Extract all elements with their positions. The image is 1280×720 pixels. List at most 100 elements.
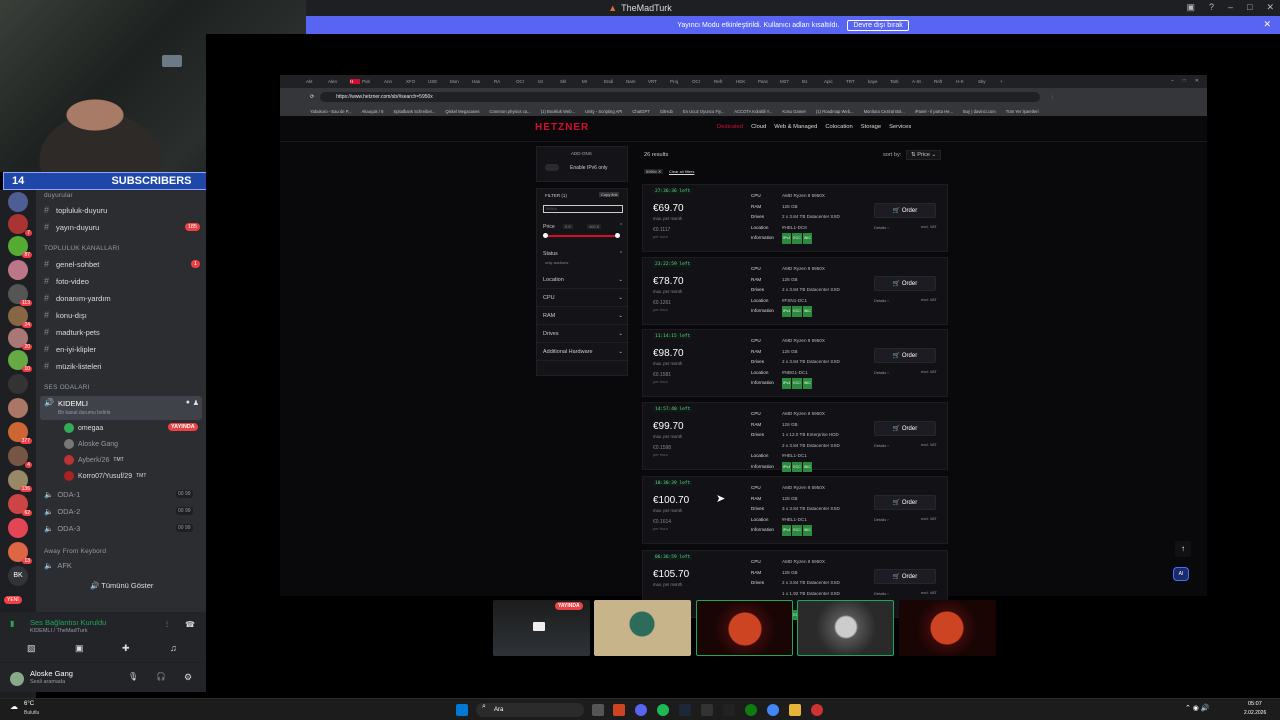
stream-thumb-avatar[interactable] xyxy=(594,600,691,656)
browser-tab[interactable]: A-St xyxy=(912,79,932,84)
soundboard-icon[interactable]: ♫ xyxy=(170,643,177,653)
server-icon[interactable] xyxy=(8,518,28,538)
bookmark[interactable]: Qiskel Megacases xyxy=(445,109,479,114)
bookmark[interactable]: iPanel - Il porta He... xyxy=(915,109,953,114)
order-button[interactable]: 🛒 Order xyxy=(874,276,936,291)
browser-tab[interactable]: XFO xyxy=(406,79,426,84)
browser-tab[interactable]: Ann xyxy=(384,79,404,84)
chevron-up-icon[interactable]: ⌃ xyxy=(619,223,623,229)
epic-games-icon[interactable] xyxy=(723,704,735,716)
server-icon[interactable]: 4 xyxy=(8,446,32,468)
windows-start-icon[interactable] xyxy=(456,704,468,716)
voice-channel-kidemli[interactable]: 🔊 KIDEMLI Bir kanal durumu belirle ● ♟ xyxy=(40,396,202,420)
details-link[interactable]: Details › xyxy=(874,443,889,448)
minimize-icon[interactable]: – xyxy=(1228,2,1233,13)
bookmark[interactable]: En Ucuz Oyuncu Fiy... xyxy=(683,109,724,114)
order-button[interactable]: 🛒 Order xyxy=(874,348,936,363)
browser-tab[interactable]: Alen xyxy=(328,79,348,84)
stream-thumb-screen[interactable]: YAYINDA xyxy=(493,600,590,656)
bookmark[interactable]: Kosu Gamer xyxy=(782,109,806,114)
details-link[interactable]: Details › xyxy=(874,298,889,303)
settings-gear-icon[interactable]: ⚙ xyxy=(184,672,192,683)
bookmark[interactable]: (1) Bookluk Web... xyxy=(541,109,575,114)
filter-ram[interactable]: RAM ⌄ xyxy=(537,308,629,325)
browser-tab[interactable]: Mon xyxy=(450,79,470,84)
stream-thumb-avatar[interactable] xyxy=(797,600,894,656)
channel-en-iyi-klipler[interactable]: # en-iyi-klipler xyxy=(44,344,96,354)
address-bar[interactable]: https://www.hetzner.com/sb/#search=5950x xyxy=(320,92,1041,102)
inbox-icon[interactable]: ▣ xyxy=(1186,2,1195,13)
app-icon[interactable] xyxy=(613,704,625,716)
browser-tab[interactable]: Proj xyxy=(670,79,690,84)
sort-select[interactable]: ⇅ Price ⌄ xyxy=(906,150,942,160)
voice-channel-status[interactable]: Bir kanal durumu belirle xyxy=(58,410,111,416)
result-card[interactable]: 14:57:40 left €99.70 max. per month €0.1… xyxy=(642,402,948,472)
server-icon[interactable] xyxy=(8,374,28,394)
category-afk[interactable]: Away From Keybord xyxy=(44,548,106,555)
channel-muzik-listeleri[interactable]: # müzik-listeleri xyxy=(44,361,101,371)
minimize-icon[interactable]: – xyxy=(1171,78,1174,84)
browser-tab[interactable]: USE xyxy=(428,79,448,84)
bookmark[interactable]: Akauçak / 8 xyxy=(362,109,384,114)
details-link[interactable]: Details › xyxy=(874,591,889,596)
voice-channel-info[interactable]: KIDEMLI / TheMadTurk xyxy=(30,628,87,634)
category-ses-odalari[interactable]: SES ODALARI xyxy=(44,384,90,391)
discord-icon[interactable] xyxy=(635,704,647,716)
browser-tab[interactable]: Apic xyxy=(824,79,844,84)
result-card[interactable]: 23:22:59 left €78.70 max. per month €0.1… xyxy=(642,257,948,325)
channel-topluluk-duyuru[interactable]: # topluluk-duyuru xyxy=(44,205,107,215)
chrome-icon[interactable] xyxy=(767,704,779,716)
maximize-icon[interactable]: □ xyxy=(1247,2,1252,13)
task-view-icon[interactable] xyxy=(592,704,604,716)
browser-tab[interactable]: Refr xyxy=(714,79,734,84)
order-button[interactable]: 🛒 Order xyxy=(874,569,936,584)
channel-konu-disi[interactable]: # konu-dışı xyxy=(44,310,87,320)
microphone-icon[interactable]: 🎙 xyxy=(128,672,138,681)
bookmark[interactable]: Spitalbank Schreiber... xyxy=(393,109,435,114)
ipv6-toggle[interactable] xyxy=(545,164,559,171)
user-avatar[interactable] xyxy=(10,672,24,686)
reload-icon[interactable]: ⟳ xyxy=(310,94,314,100)
xbox-icon[interactable] xyxy=(745,704,757,716)
nav-cloud[interactable]: Cloud xyxy=(751,124,766,130)
browser-tab[interactable]: OCI xyxy=(692,79,712,84)
browser-tab[interactable]: Endi xyxy=(604,79,624,84)
category-topluluk[interactable]: TOPLULUK KANALLARI xyxy=(44,245,119,252)
show-all-button[interactable]: 🔊 Tümünü Göster xyxy=(90,581,153,590)
server-icon[interactable] xyxy=(8,192,28,212)
server-icon[interactable]: 24 xyxy=(8,306,32,328)
status-filter-value[interactable]: only auctions xyxy=(545,260,568,265)
price-min[interactable]: 0.5 xyxy=(563,224,573,229)
screen-share-icon[interactable]: ▣ xyxy=(75,643,84,654)
filter-cpu[interactable]: CPU ⌄ xyxy=(537,290,629,307)
price-filter-label[interactable]: Price xyxy=(543,224,555,230)
browser-tab[interactable]: HEK xyxy=(736,79,756,84)
weather-icon[interactable]: ☁ xyxy=(10,702,18,711)
channel-donanim-yardim[interactable]: # donanım-yardım xyxy=(44,293,111,303)
category-duyurular[interactable]: duyurular xyxy=(44,192,73,199)
bookmark[interactable]: Buy | davinci.com xyxy=(963,109,996,114)
browser-tab[interactable]: OCI xyxy=(516,79,536,84)
voice-user[interactable]: Korro07/Yusuf/29 TMT xyxy=(64,471,146,481)
order-button[interactable]: 🛒 Order xyxy=(874,203,936,218)
browser-tab[interactable]: Akt xyxy=(306,79,326,84)
maximize-icon[interactable]: □ xyxy=(1183,78,1186,84)
price-slider-track[interactable] xyxy=(545,235,617,237)
voice-user[interactable]: Ayberk/26 TMT xyxy=(64,455,124,465)
help-icon[interactable]: ? xyxy=(1209,2,1214,13)
channel-yayin-duyuru[interactable]: # yayın-duyuru xyxy=(44,222,99,232)
chevron-up-icon[interactable]: ⌃ xyxy=(619,251,623,257)
disconnect-icon[interactable]: ☎ xyxy=(185,620,195,629)
voice-channel-oda-1[interactable]: 🔈 ODA-1 xyxy=(44,490,80,499)
taskbar-search[interactable]: Ara xyxy=(476,703,584,717)
browser-tab[interactable]: kaye xyxy=(868,79,888,84)
details-link[interactable]: Details › xyxy=(874,370,889,375)
bookmark[interactable]: (1) Roadmap Web... xyxy=(816,109,854,114)
nav-colocation[interactable]: Colocation xyxy=(825,124,852,130)
nav-web-managed[interactable]: Web & Managed xyxy=(774,124,817,130)
server-icon[interactable]: 377 xyxy=(8,422,32,444)
headphones-icon[interactable]: 🎧 xyxy=(156,672,166,681)
channel-genel-sohbet[interactable]: # genel-sohbet xyxy=(44,259,99,269)
order-button[interactable]: 🛒 Order xyxy=(874,421,936,436)
result-card[interactable]: 10:30:39 left €100.70 max. per month €0.… xyxy=(642,476,948,544)
